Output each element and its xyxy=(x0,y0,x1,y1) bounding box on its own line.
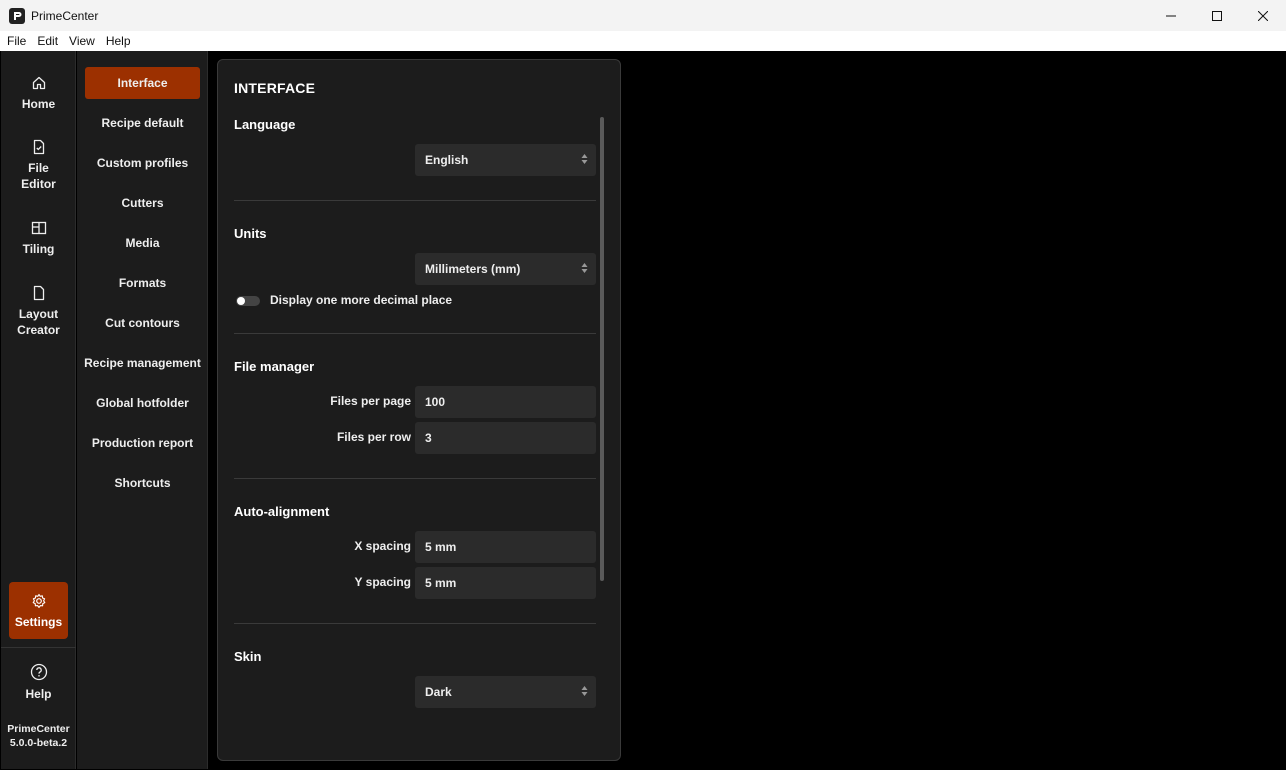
files-per-row-input[interactable]: 3 xyxy=(415,422,596,454)
maximize-button[interactable] xyxy=(1194,0,1240,31)
window-title: PrimeCenter xyxy=(31,8,99,23)
select-arrows-icon xyxy=(581,686,588,696)
category-cut-contours[interactable]: Cut contours xyxy=(85,307,200,339)
nav-file-editor-label-1: File xyxy=(28,161,49,175)
language-select[interactable]: English xyxy=(415,144,596,176)
units-select[interactable]: Millimeters (mm) xyxy=(415,253,596,285)
files-per-page-label: Files per page xyxy=(330,394,411,408)
toggle-knob xyxy=(237,297,245,305)
files-per-page-input[interactable]: 100 xyxy=(415,386,596,418)
nav-home-label: Home xyxy=(21,97,56,111)
minimize-button[interactable] xyxy=(1148,0,1194,31)
version-number: 5.0.0-beta.2 xyxy=(9,737,68,749)
menu-file[interactable]: File xyxy=(3,34,30,48)
home-icon xyxy=(32,76,45,90)
menu-bar: File Edit View Help xyxy=(0,31,1286,51)
nav-help[interactable]: Help xyxy=(1,663,76,702)
units-section-title: Units xyxy=(234,226,267,241)
nav-file-editor[interactable]: File Editor xyxy=(1,139,76,192)
tiling-icon xyxy=(31,221,46,235)
auto-alignment-section-title: Auto-alignment xyxy=(234,504,330,519)
panel-scrollbar[interactable] xyxy=(600,117,604,581)
category-interface[interactable]: Interface xyxy=(85,67,200,99)
nav-settings[interactable]: Settings xyxy=(9,582,68,639)
nav-layout-creator-label-2: Creator xyxy=(17,323,60,337)
nav-tiling-label: Tiling xyxy=(22,242,55,256)
units-select-value: Millimeters (mm) xyxy=(425,262,521,276)
select-arrows-icon xyxy=(581,154,588,164)
panel-title: INTERFACE xyxy=(234,80,316,96)
interface-settings-panel: INTERFACE Language English Units Millime… xyxy=(217,59,621,761)
file-check-icon xyxy=(33,139,44,155)
nav-tiling[interactable]: Tiling xyxy=(1,220,76,257)
category-cutters[interactable]: Cutters xyxy=(85,187,200,219)
nav-layout-creator-label-1: Layout xyxy=(18,307,59,321)
settings-category-list: Interface Recipe default Custom profiles… xyxy=(77,51,208,769)
section-divider xyxy=(234,478,596,479)
skin-select-value: Dark xyxy=(425,685,452,699)
nav-layout-creator[interactable]: Layout Creator xyxy=(1,285,76,338)
menu-help[interactable]: Help xyxy=(102,34,135,48)
select-arrows-icon xyxy=(581,263,588,273)
nav-rail: Home File Editor Tiling Layout Creator S… xyxy=(1,51,76,769)
close-button[interactable] xyxy=(1240,0,1286,31)
app-logo-icon xyxy=(9,7,25,24)
x-spacing-input[interactable]: 5 mm xyxy=(415,531,596,563)
category-custom-profiles[interactable]: Custom profiles xyxy=(85,147,200,179)
category-recipe-default[interactable]: Recipe default xyxy=(85,107,200,139)
nav-file-editor-label-2: Editor xyxy=(21,177,56,191)
language-section-title: Language xyxy=(234,117,296,132)
menu-view[interactable]: View xyxy=(65,34,99,48)
nav-help-label: Help xyxy=(25,687,52,701)
section-divider xyxy=(234,623,596,624)
y-spacing-input[interactable]: 5 mm xyxy=(415,567,596,599)
version-app-name: PrimeCenter xyxy=(7,723,70,735)
title-bar: PrimeCenter xyxy=(0,0,1286,31)
category-recipe-management[interactable]: Recipe management xyxy=(84,347,201,379)
category-media[interactable]: Media xyxy=(85,227,200,259)
file-manager-section-title: File manager xyxy=(234,359,315,374)
rail-divider xyxy=(1,647,76,648)
version-info: PrimeCenter 5.0.0-beta.2 xyxy=(1,722,76,750)
nav-home[interactable]: Home xyxy=(1,75,76,112)
skin-select[interactable]: Dark xyxy=(415,676,596,708)
category-production-report[interactable]: Production report xyxy=(85,427,200,459)
gear-icon xyxy=(32,593,45,608)
skin-section-title: Skin xyxy=(234,649,262,664)
x-spacing-label: X spacing xyxy=(354,539,411,553)
category-formats[interactable]: Formats xyxy=(85,267,200,299)
language-select-value: English xyxy=(425,153,469,167)
file-icon xyxy=(33,285,44,301)
nav-settings-label: Settings xyxy=(14,614,63,629)
section-divider xyxy=(234,200,596,201)
y-spacing-label: Y spacing xyxy=(354,575,411,589)
files-per-row-label: Files per row xyxy=(336,430,411,444)
decimal-place-label: Display one more decimal place xyxy=(270,293,453,307)
category-global-hotfolder[interactable]: Global hotfolder xyxy=(85,387,200,419)
menu-edit[interactable]: Edit xyxy=(33,34,62,48)
help-icon xyxy=(30,663,47,681)
section-divider xyxy=(234,333,596,334)
decimal-place-toggle[interactable] xyxy=(236,296,260,306)
category-shortcuts[interactable]: Shortcuts xyxy=(85,467,200,499)
